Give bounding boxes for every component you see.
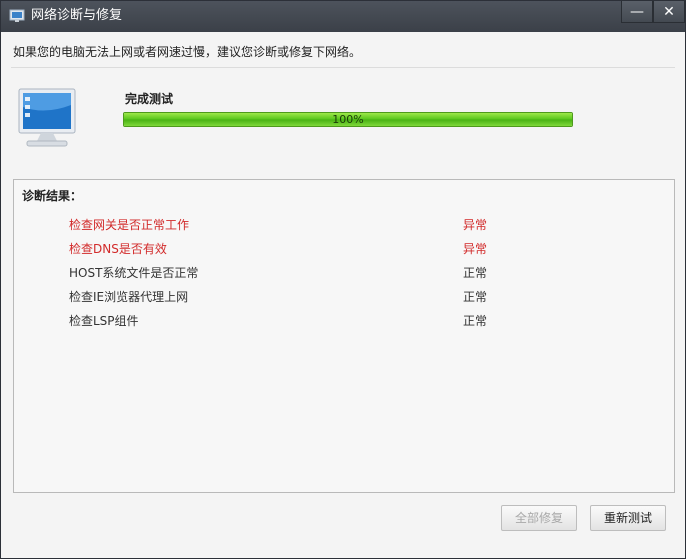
result-row-lsp: 检查LSP组件 正常 <box>69 312 549 330</box>
result-row-hosts: HOST系统文件是否正常 正常 <box>69 264 549 282</box>
title-bar[interactable]: 网络诊断与修复 — ✕ <box>1 1 685 32</box>
result-name: HOST系统文件是否正常 <box>69 266 199 280</box>
results-title: 诊断结果： <box>22 189 83 203</box>
result-state: 正常 <box>463 314 488 328</box>
result-state: 异常 <box>463 218 488 232</box>
divider <box>11 67 675 68</box>
progress-text: 100% <box>332 113 364 126</box>
repair-all-button[interactable]: 全部修复 <box>501 505 577 531</box>
result-name: 检查IE浏览器代理上网 <box>69 290 189 304</box>
close-button[interactable]: ✕ <box>653 1 685 23</box>
computer-monitor-icon <box>18 88 76 147</box>
result-row-dns: 检查DNS是否有效 异常 <box>69 240 549 258</box>
result-state: 正常 <box>463 266 488 280</box>
network-diagnosis-window: 网络诊断与修复 — ✕ 如果您的电脑无法上网或者网速过慢，建议您诊断或修复下网络… <box>0 0 686 559</box>
diagnosis-results-panel: 诊断结果： 检查网关是否正常工作 异常 检查DNS是否有效 异常 HOST系统文… <box>13 179 675 493</box>
status-label: 完成测试 <box>125 92 174 106</box>
result-name: 检查LSP组件 <box>69 314 139 328</box>
minimize-button[interactable]: — <box>621 1 653 23</box>
app-icon <box>9 9 25 22</box>
result-state: 正常 <box>463 290 488 304</box>
result-row-gateway: 检查网关是否正常工作 异常 <box>69 216 549 234</box>
retest-button[interactable]: 重新测试 <box>590 505 666 531</box>
hint-text: 如果您的电脑无法上网或者网速过慢，建议您诊断或修复下网络。 <box>13 45 362 59</box>
window-title: 网络诊断与修复 <box>31 8 123 23</box>
result-state: 异常 <box>463 242 488 256</box>
progress-bar: 100% <box>123 112 573 127</box>
result-name: 检查网关是否正常工作 <box>69 218 190 232</box>
result-row-ie-proxy: 检查IE浏览器代理上网 正常 <box>69 288 549 306</box>
result-name: 检查DNS是否有效 <box>69 242 167 256</box>
